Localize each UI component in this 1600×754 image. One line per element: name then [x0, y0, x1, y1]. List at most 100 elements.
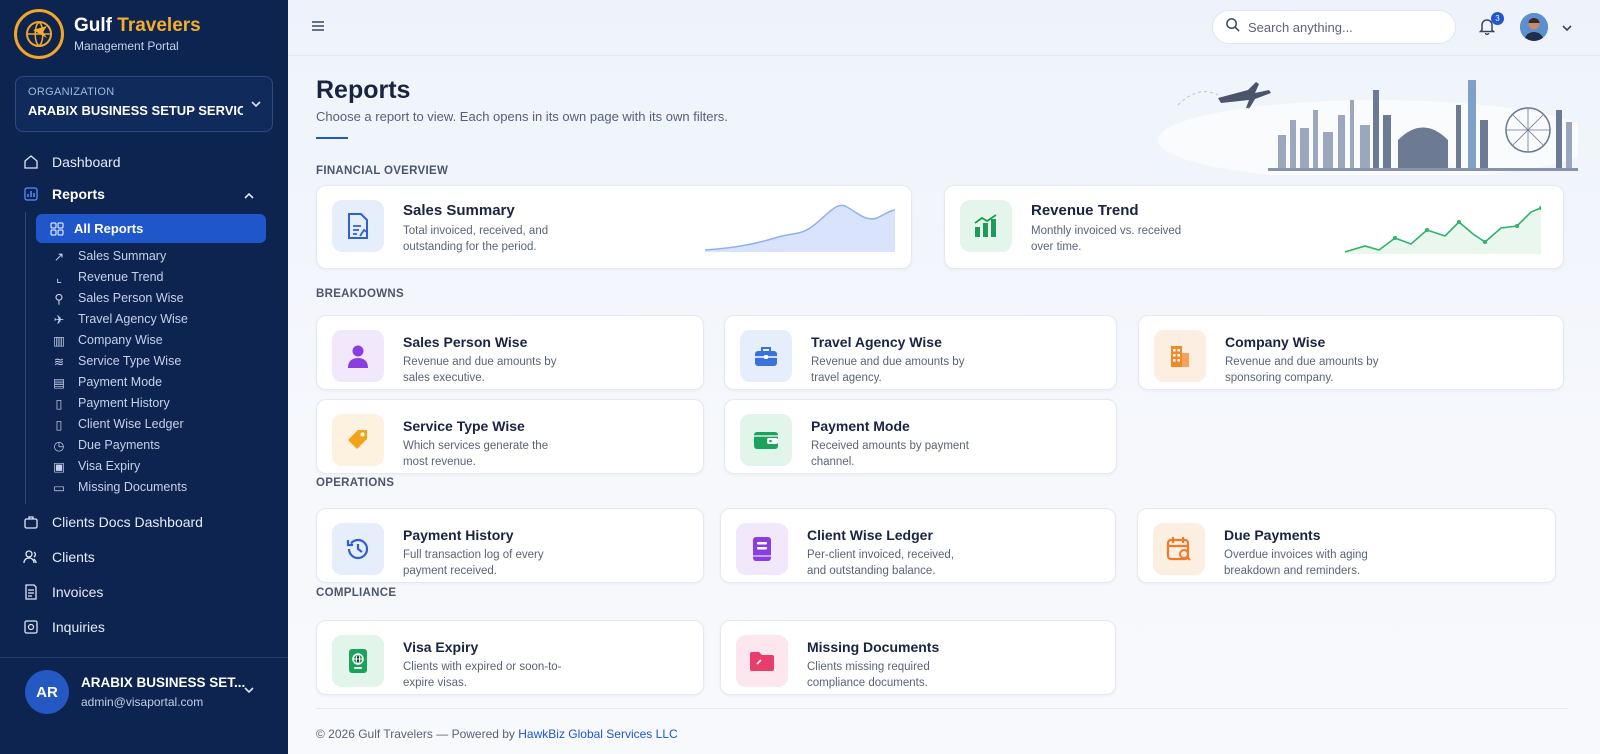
sidebar-item-dashboard[interactable]: Dashboard [22, 151, 121, 173]
hamburger-menu-icon[interactable] [310, 18, 326, 39]
sidebar-item-label: Clients [52, 549, 95, 565]
sidebar-subitem-revenue-trend[interactable]: ⌞ Revenue Trend [52, 268, 163, 286]
plane-icon: ✈ [53, 312, 65, 327]
bar-chart-icon [22, 185, 40, 203]
card-due-payments[interactable]: Due Payments Overdue invoices with aging… [1137, 508, 1556, 583]
card-description: Full transaction log of every payment re… [403, 549, 544, 577]
chevron-up-icon[interactable] [243, 189, 255, 207]
document-icon: ▤ [53, 375, 65, 390]
sidebar-subitem-sales-summary[interactable]: ↗ Sales Summary [52, 247, 166, 265]
card-description: Total invoiced, received, and outstandin… [403, 225, 549, 253]
inquiry-icon [22, 618, 40, 636]
city-skyline-illustration-icon [1158, 80, 1578, 175]
section-financial-overview: FINANCIAL OVERVIEW [316, 165, 449, 177]
card-missing-documents[interactable]: Missing Documents Clients missing requir… [720, 620, 1116, 695]
sidebar-subitem-sales-person[interactable]: ⚲ Sales Person Wise [52, 289, 183, 307]
search-box[interactable] [1212, 10, 1456, 44]
user-name: ARABIX BUSINESS SET... [81, 675, 246, 690]
sidebar-item-label: Clients Docs Dashboard [52, 514, 203, 530]
history-clock-icon [332, 523, 384, 575]
card-description: Revenue and due amounts by sales executi… [403, 356, 557, 384]
card-payment-mode[interactable]: Payment Mode Received amounts by payment… [724, 399, 1117, 474]
sidebar-item-label: Reports [52, 186, 105, 202]
sparkline-area-icon [705, 204, 895, 252]
card-travel-agency-wise[interactable]: Travel Agency Wise Revenue and due amoun… [724, 315, 1117, 390]
card-title: Revenue Trend [1031, 202, 1139, 219]
globe-plane-logo-icon [14, 9, 64, 59]
sidebar-item-reports[interactable]: Reports [22, 183, 105, 205]
person-icon: ⚲ [54, 291, 64, 306]
passport-icon [332, 635, 384, 687]
user-profile-menu[interactable]: AR ARABIX BUSINESS SET... admin@visaport… [0, 657, 288, 754]
wallet-icon [740, 414, 792, 466]
briefcase-icon [740, 330, 792, 382]
invoice-icon [22, 583, 40, 601]
submenu-line [25, 212, 26, 504]
brand-title: Gulf Travelers [74, 15, 201, 36]
search-input[interactable] [1248, 19, 1438, 35]
sidebar-subitem-missing-documents[interactable]: ▭ Missing Documents [52, 478, 187, 496]
receipt-icon: ▯ [55, 396, 63, 411]
card-payment-history[interactable]: Payment History Full transaction log of … [316, 508, 704, 583]
sidebar-item-invoices[interactable]: Invoices [22, 581, 103, 603]
card-description: Clients with expired or soon-to-expire v… [403, 661, 562, 689]
sidebar-item-label: All Reports [74, 221, 144, 236]
footer: © 2026 Gulf Travelers — Powered by HawkB… [316, 727, 678, 741]
sidebar-subitem-payment-history[interactable]: ▯ Payment History [52, 394, 170, 412]
home-icon [22, 153, 40, 171]
passport-icon: ▣ [53, 459, 65, 474]
calendar-search-icon [1153, 523, 1205, 575]
card-description: Clients missing required compliance docu… [807, 661, 930, 689]
organization-name: ARABIX BUSINESS SETUP SERVICE... [28, 103, 243, 118]
card-sales-person-wise[interactable]: Sales Person Wise Revenue and due amount… [316, 315, 704, 390]
brand[interactable]: Gulf Travelers Management Portal [14, 9, 201, 59]
card-description: Which services generate the most revenue… [403, 440, 549, 468]
person-icon [332, 330, 384, 382]
sidebar-item-inquiries[interactable]: Inquiries [22, 616, 105, 638]
card-client-wise-ledger[interactable]: Client Wise Ledger Per-client invoiced, … [720, 508, 1116, 583]
page-subtitle: Choose a report to view. Each opens in i… [316, 109, 728, 124]
footer-link[interactable]: HawkBiz Global Services LLC [518, 727, 677, 741]
card-title: Company Wise [1225, 334, 1326, 350]
sidebar-subitem-due-payments[interactable]: ◷ Due Payments [52, 436, 160, 454]
card-description: Per-client invoiced, received, and outst… [807, 549, 955, 577]
growth-chart-icon [960, 200, 1012, 252]
briefcase-icon [22, 513, 40, 531]
card-title: Payment History [403, 527, 514, 543]
sidebar-subitem-client-ledger[interactable]: ▯ Client Wise Ledger [52, 415, 184, 433]
card-company-wise[interactable]: Company Wise Revenue and due amounts by … [1138, 315, 1564, 390]
sidebar-item-label: Dashboard [52, 154, 121, 170]
trend-icon: ↗ [53, 249, 65, 264]
card-service-type-wise[interactable]: Service Type Wise Which services generat… [316, 399, 704, 474]
card-title: Payment Mode [811, 418, 910, 434]
page-title: Reports [316, 76, 411, 104]
profile-avatar[interactable] [1520, 13, 1548, 41]
building-icon [1154, 330, 1206, 382]
sidebar-subitem-company[interactable]: ▥ Company Wise [52, 331, 163, 349]
tag-icon [332, 414, 384, 466]
sidebar-item-all-reports[interactable]: All Reports [36, 214, 266, 243]
clock-icon: ◷ [53, 438, 65, 453]
card-sales-summary[interactable]: Sales Summary Total invoiced, received, … [316, 185, 912, 269]
sidebar-subitem-travel-agency[interactable]: ✈ Travel Agency Wise [52, 310, 188, 328]
footer-divider [316, 708, 1568, 709]
organization-selector[interactable]: ORGANIZATION ARABIX BUSINESS SETUP SERVI… [15, 76, 273, 132]
card-title: Service Type Wise [403, 418, 525, 434]
sidebar-item-clients[interactable]: Clients [22, 546, 95, 568]
sidebar-subitem-service-type[interactable]: ≋ Service Type Wise [52, 352, 182, 370]
card-revenue-trend[interactable]: Revenue Trend Monthly invoiced vs. recei… [944, 185, 1564, 269]
sidebar: Gulf Travelers Management Portal ORGANIZ… [0, 0, 288, 754]
card-title: Sales Summary [403, 202, 515, 219]
card-description: Revenue and due amounts by travel agency… [811, 356, 965, 384]
sidebar-subitem-visa-expiry[interactable]: ▣ Visa Expiry [52, 457, 140, 475]
topbar: 3 [288, 0, 1600, 56]
sidebar-item-clients-docs[interactable]: Clients Docs Dashboard [22, 511, 203, 533]
card-title: Client Wise Ledger [807, 527, 933, 543]
folder-icon [736, 635, 788, 687]
title-underline [316, 137, 348, 139]
card-visa-expiry[interactable]: Visa Expiry Clients with expired or soon… [316, 620, 704, 695]
chevron-down-icon[interactable] [1561, 21, 1573, 39]
card-title: Visa Expiry [403, 639, 479, 655]
book-icon: ▯ [55, 417, 63, 432]
sidebar-subitem-payment-mode[interactable]: ▤ Payment Mode [52, 373, 162, 391]
